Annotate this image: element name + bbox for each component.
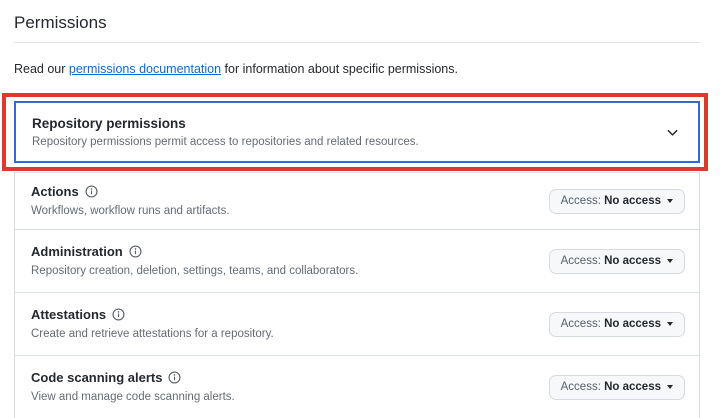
repository-permissions-title: Repository permissions	[32, 115, 419, 132]
access-value: No access	[604, 318, 661, 330]
caret-down-icon	[667, 199, 673, 203]
repository-permissions-description: Repository permissions permit access to …	[32, 135, 419, 150]
access-dropdown[interactable]: Access: No access	[549, 249, 685, 274]
permissions-list: Actions Workflows, workflow runs and art…	[14, 172, 700, 418]
permission-description: Repository creation, deletion, settings,…	[31, 264, 358, 279]
access-label: Access:	[561, 318, 601, 330]
access-label: Access:	[561, 195, 601, 207]
chevron-down-icon	[665, 125, 680, 140]
permission-description: View and manage code scanning alerts.	[31, 390, 235, 405]
permission-info: Attestations Create and retrieve attesta…	[31, 307, 274, 342]
permission-description: Create and retrieve attestations for a r…	[31, 327, 274, 342]
repository-permissions-text: Repository permissions Repository permis…	[32, 115, 419, 150]
caret-down-icon	[667, 259, 673, 263]
access-dropdown[interactable]: Access: No access	[549, 312, 685, 337]
permission-title: Administration	[31, 244, 123, 260]
caret-down-icon	[667, 322, 673, 326]
info-icon[interactable]	[85, 185, 98, 198]
permission-row-code-scanning-alerts: Code scanning alerts View and manage cod…	[15, 355, 699, 418]
permission-info: Code scanning alerts View and manage cod…	[31, 370, 235, 405]
access-value: No access	[604, 195, 661, 207]
permissions-documentation-link[interactable]: permissions documentation	[69, 62, 221, 76]
permission-title: Attestations	[31, 307, 106, 323]
permission-description: Workflows, workflow runs and artifacts.	[31, 204, 230, 219]
access-dropdown[interactable]: Access: No access	[549, 375, 685, 400]
permission-title: Code scanning alerts	[31, 370, 162, 386]
access-value: No access	[604, 381, 661, 393]
access-value: No access	[604, 255, 661, 267]
access-label: Access:	[561, 255, 601, 267]
permission-row-attestations: Attestations Create and retrieve attesta…	[15, 292, 699, 355]
repository-permissions-toggle[interactable]: Repository permissions Repository permis…	[14, 101, 700, 163]
permission-row-administration: Administration Repository creation, dele…	[15, 229, 699, 292]
permission-info: Actions Workflows, workflow runs and art…	[31, 184, 230, 219]
caret-down-icon	[667, 385, 673, 389]
intro-text-after: for information about specific permissio…	[221, 62, 458, 76]
info-icon[interactable]	[112, 308, 125, 321]
repository-permissions-section: Repository permissions Repository permis…	[14, 101, 700, 163]
page-title: Permissions	[14, 0, 700, 43]
info-icon[interactable]	[168, 371, 181, 384]
intro-text-before: Read our	[14, 62, 69, 76]
permission-title: Actions	[31, 184, 79, 200]
intro-text: Read our permissions documentation for i…	[14, 61, 700, 77]
access-dropdown[interactable]: Access: No access	[549, 189, 685, 214]
permissions-page: Permissions Read our permissions documen…	[0, 0, 720, 418]
permission-info: Administration Repository creation, dele…	[31, 244, 358, 279]
access-label: Access:	[561, 381, 601, 393]
permission-row-actions: Actions Workflows, workflow runs and art…	[15, 173, 699, 229]
info-icon[interactable]	[129, 245, 142, 258]
